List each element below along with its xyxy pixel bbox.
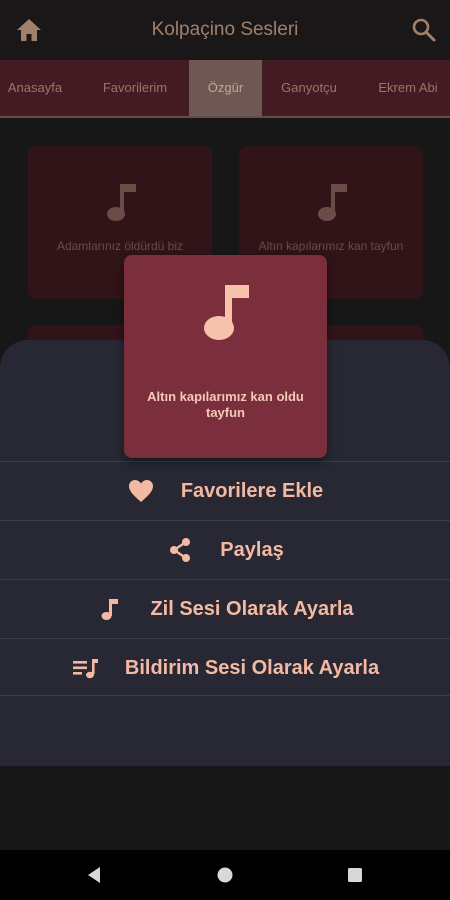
app-bar: Kolpaçino Sesleri <box>0 0 450 60</box>
search-icon[interactable] <box>410 16 438 44</box>
set-ringtone-button[interactable]: Zil Sesi Olarak Ayarla <box>0 579 450 637</box>
favorite-add-button[interactable]: Favorilere Ekle <box>0 461 450 519</box>
heart-icon <box>128 480 153 502</box>
app-title: Kolpaçino Sesleri <box>151 19 299 40</box>
selected-sound-label: Altın kapılarımız kan oldu tayfun <box>147 389 304 420</box>
home-icon[interactable] <box>14 16 44 44</box>
tab-ekrem-abi[interactable]: Ekrem Abi <box>362 60 450 116</box>
home-circle-icon[interactable] <box>215 865 235 885</box>
tab-ganyotcu[interactable]: Ganyotçu <box>268 60 350 116</box>
tab-anasayfa[interactable]: Anasayfa <box>0 60 70 116</box>
music-note-icon <box>107 184 136 221</box>
tab-ozgur[interactable]: Özgür <box>189 60 262 116</box>
sound-card-label: Adamlarınız öldürdü biz <box>56 239 184 253</box>
music-note-icon <box>101 599 119 620</box>
selected-sound-card: Altın kapılarımız kan oldu tayfun <box>124 255 327 458</box>
tab-favorilerim[interactable]: Favorilerim <box>88 60 182 116</box>
system-nav-bar <box>0 850 450 900</box>
share-label: Paylaş <box>220 538 284 561</box>
sound-card-label: Altın kapılarımız kan tayfun <box>258 239 404 253</box>
share-icon <box>170 538 191 562</box>
back-icon[interactable] <box>84 865 104 885</box>
music-note-icon <box>318 184 347 221</box>
share-button[interactable]: Paylaş <box>0 520 450 578</box>
music-note-icon <box>204 285 249 340</box>
tab-bar: Anasayfa Favorilerim Özgür Ganyotçu Ekre… <box>0 60 450 118</box>
set-notification-sound-button[interactable]: Bildirim Sesi Olarak Ayarla <box>0 638 450 696</box>
playlist-icon <box>72 659 98 679</box>
set-ringtone-label: Zil Sesi Olarak Ayarla <box>150 597 354 620</box>
set-notification-sound-label: Bildirim Sesi Olarak Ayarla <box>124 656 380 679</box>
recents-icon[interactable] <box>345 865 365 885</box>
app-screen: Kolpaçino Sesleri Anasayfa Favorilerim Ö… <box>0 0 450 850</box>
favorite-add-label: Favorilere Ekle <box>180 479 324 502</box>
